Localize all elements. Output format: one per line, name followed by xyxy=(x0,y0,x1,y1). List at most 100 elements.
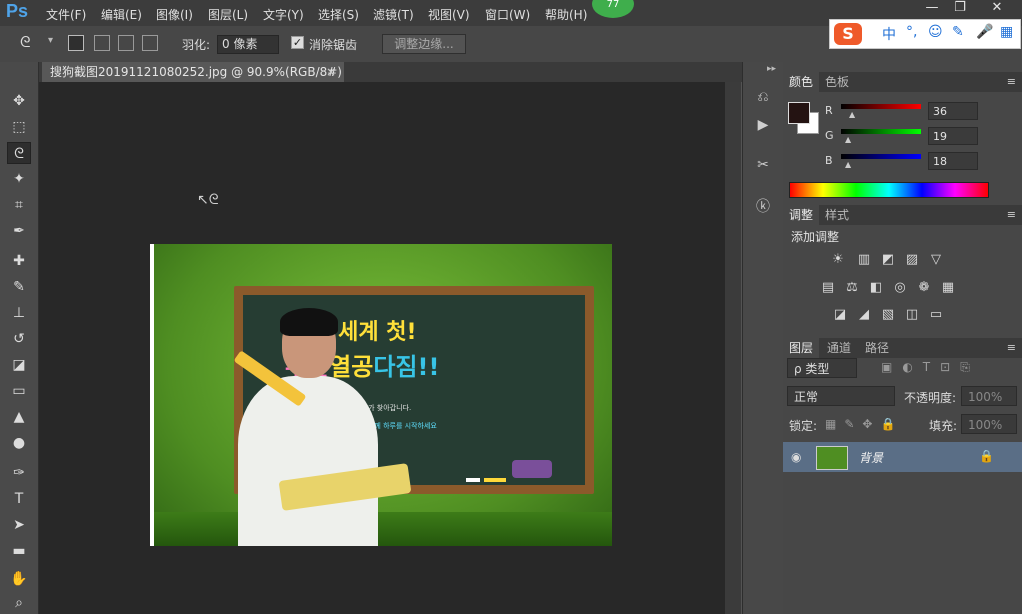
rectangle-tool-icon[interactable]: ▬ xyxy=(7,540,31,562)
antialias-checkbox[interactable]: ✓ xyxy=(291,36,304,49)
channel-b-value[interactable]: 18 xyxy=(928,152,978,170)
type-tool-icon[interactable]: T xyxy=(7,488,31,510)
voice-icon[interactable]: 🎤 xyxy=(976,24,993,40)
curves-icon[interactable]: ◩ xyxy=(879,252,897,268)
hue-saturation-icon[interactable]: ▤ xyxy=(819,280,837,296)
slider-thumb-icon[interactable]: ▲ xyxy=(849,110,855,119)
ime-mode-toggle[interactable]: 中 xyxy=(882,24,896,44)
collapse-dock-icon[interactable]: ▸▸ xyxy=(767,64,776,74)
menu-select[interactable]: 选择(S) xyxy=(318,6,359,23)
black-white-icon[interactable]: ◧ xyxy=(867,280,885,296)
brightness-contrast-icon[interactable]: ☀ xyxy=(829,252,847,268)
path-selection-tool-icon[interactable]: ➤ xyxy=(7,514,31,536)
minimize-button[interactable]: — xyxy=(918,0,946,18)
tool-presets-icon[interactable]: ✂ xyxy=(751,154,775,176)
exposure-icon[interactable]: ▨ xyxy=(903,252,921,268)
photo-filter-icon[interactable]: ◎ xyxy=(891,280,909,296)
add-selection-icon[interactable] xyxy=(94,35,110,51)
menu-window[interactable]: 窗口(W) xyxy=(485,6,530,23)
selective-color-icon[interactable]: ◫ xyxy=(903,307,921,323)
gradient-tool-icon[interactable]: ▭ xyxy=(7,380,31,402)
layer-row-background[interactable]: ◉ 背景 🔒 xyxy=(783,442,1022,472)
close-window-button[interactable]: ✕ xyxy=(980,0,1014,18)
emoji-icon[interactable]: ☺ xyxy=(928,24,943,40)
vibrance-icon[interactable]: ▽ xyxy=(927,252,945,268)
color-lookup-icon[interactable]: ▦ xyxy=(939,280,957,296)
document-image[interactable]: 나의 세계 첫! 무한열공다짐!! 매일 아침, 13'8 모닝클래스가 찾아갑… xyxy=(150,244,612,546)
fill-input[interactable]: 100% xyxy=(961,414,1017,434)
blur-tool-icon[interactable]: ▲ xyxy=(7,406,31,428)
marquee-tool-icon[interactable]: ⬚ xyxy=(7,116,31,138)
canvas-scrollbar[interactable] xyxy=(725,82,741,614)
dodge-tool-icon[interactable]: ● xyxy=(7,432,31,454)
brush-tool-icon[interactable]: ✎ xyxy=(7,276,31,298)
invert-icon[interactable]: ◪ xyxy=(831,307,849,323)
channel-mixer-icon[interactable]: ❁ xyxy=(915,280,933,296)
panel-menu-icon[interactable]: ≡ xyxy=(1007,75,1016,88)
magic-wand-tool-icon[interactable]: ✦ xyxy=(7,168,31,190)
tab-adjustments[interactable]: 调整 xyxy=(783,205,820,225)
layer-filter-icons[interactable]: ▣◐T⊡⎘ xyxy=(881,360,980,375)
posterize-icon[interactable]: ◢ xyxy=(855,307,873,323)
zoom-tool-icon[interactable]: ⌕ xyxy=(7,592,31,614)
tab-styles[interactable]: 样式 xyxy=(819,205,855,225)
document-tab[interactable]: 搜狗截图20191121080252.jpg @ 90.9%(RGB/8#) *… xyxy=(42,62,344,99)
visibility-eye-icon[interactable]: ◉ xyxy=(791,450,801,464)
restore-button[interactable]: ❐ xyxy=(946,0,974,18)
feather-input[interactable]: 0 像素 xyxy=(217,35,279,54)
panel-menu-icon[interactable]: ≡ xyxy=(1007,208,1016,221)
color-balance-icon[interactable]: ⚖ xyxy=(843,280,861,296)
dropdown-arrow-icon[interactable]: ▾ xyxy=(48,35,53,46)
toolbox-icon[interactable]: ▦ xyxy=(1000,24,1013,40)
panel-menu-icon[interactable]: ≡ xyxy=(1007,341,1016,354)
channel-r-value[interactable]: 36 xyxy=(928,102,978,120)
menu-type[interactable]: 文字(Y) xyxy=(263,6,304,23)
menu-image[interactable]: 图像(I) xyxy=(156,6,193,23)
slider-thumb-icon[interactable]: ▲ xyxy=(845,160,851,169)
levels-icon[interactable]: ▥ xyxy=(855,252,873,268)
close-tab-icon[interactable]: × xyxy=(326,62,336,82)
eyedropper-tool-icon[interactable]: ✒ xyxy=(7,220,31,242)
handwriting-icon[interactable]: ✎ xyxy=(952,24,964,40)
tab-layers[interactable]: 图层 xyxy=(783,338,820,358)
punctuation-icon[interactable]: °, xyxy=(906,24,917,40)
healing-brush-tool-icon[interactable]: ✚ xyxy=(7,250,31,272)
menu-view[interactable]: 视图(V) xyxy=(428,6,470,23)
layer-kind-filter[interactable]: ρ 类型 xyxy=(787,358,857,378)
tab-channels[interactable]: 通道 xyxy=(821,338,857,358)
menu-filter[interactable]: 滤镜(T) xyxy=(373,6,414,23)
lasso-preset-icon[interactable]: ᘓ xyxy=(20,33,31,51)
gradient-map-icon[interactable]: ▭ xyxy=(927,307,945,323)
foreground-color-front[interactable] xyxy=(788,102,810,124)
new-selection-icon[interactable] xyxy=(68,35,84,51)
menu-edit[interactable]: 编辑(E) xyxy=(101,6,142,23)
tab-paths[interactable]: 路径 xyxy=(859,338,895,358)
opacity-input[interactable]: 100% xyxy=(961,386,1017,406)
channel-g-slider[interactable] xyxy=(841,129,921,134)
tab-color[interactable]: 颜色 xyxy=(783,72,820,92)
tab-swatches[interactable]: 色板 xyxy=(819,72,855,92)
pen-tool-icon[interactable]: ✑ xyxy=(7,462,31,484)
actions-panel-icon[interactable]: ▶ xyxy=(751,114,775,136)
eraser-tool-icon[interactable]: ◪ xyxy=(7,354,31,376)
hand-tool-icon[interactable]: ✋ xyxy=(7,568,31,590)
move-tool-icon[interactable]: ✥ xyxy=(7,90,31,112)
menu-layer[interactable]: 图层(L) xyxy=(208,6,248,23)
crop-tool-icon[interactable]: ⌗ xyxy=(7,194,31,216)
channel-b-slider[interactable] xyxy=(841,154,921,159)
channel-g-value[interactable]: 19 xyxy=(928,127,978,145)
clone-stamp-tool-icon[interactable]: ⊥ xyxy=(7,302,31,324)
history-brush-tool-icon[interactable]: ↺ xyxy=(7,328,31,350)
color-spectrum[interactable] xyxy=(789,182,989,198)
menu-file[interactable]: 文件(F) xyxy=(46,6,86,23)
kuler-panel-icon[interactable]: ⓚ xyxy=(751,196,775,218)
blend-mode-select[interactable]: 正常 xyxy=(787,386,895,406)
notification-badge[interactable]: 77 xyxy=(592,0,634,18)
channel-r-slider[interactable] xyxy=(841,104,921,109)
lock-options-icons[interactable]: ▦✎✥🔒 xyxy=(825,417,903,431)
slider-thumb-icon[interactable]: ▲ xyxy=(845,135,851,144)
intersect-selection-icon[interactable] xyxy=(142,35,158,51)
refine-edge-button[interactable]: 调整边缘... xyxy=(382,34,466,54)
subtract-selection-icon[interactable] xyxy=(118,35,134,51)
threshold-icon[interactable]: ▧ xyxy=(879,307,897,323)
